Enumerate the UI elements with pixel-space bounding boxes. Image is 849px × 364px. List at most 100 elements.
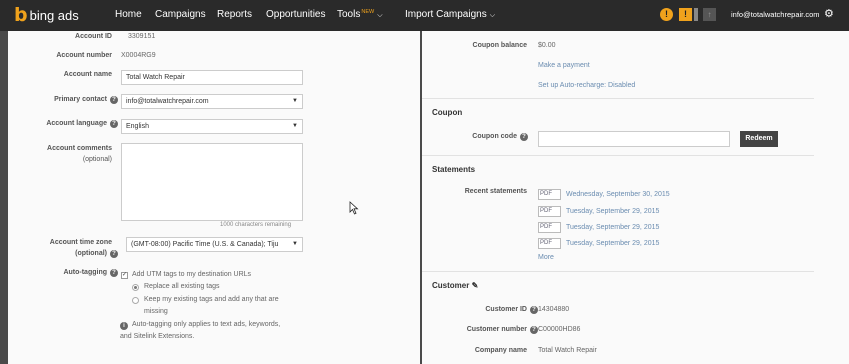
more-statements-link[interactable]: More [538,254,554,261]
customer-id-label-text: Customer ID [485,306,527,313]
make-payment-link[interactable]: Make a payment [538,62,590,69]
auto-tagging-label-text: Auto-tagging [63,269,107,276]
logo-text: bing ads [29,7,79,23]
coupon-balance-label: Coupon balance [472,42,527,49]
keep-tags-radio[interactable] [132,297,139,304]
nav-home[interactable]: Home [115,9,142,20]
top-navigation-bar: b bing ads Home Campaigns Reports Opport… [0,0,849,31]
account-id-label: Account ID [75,33,112,40]
account-comments-optional: (optional) [82,156,112,163]
account-language-value: English [126,123,149,130]
account-number-label: Account number [56,52,112,59]
user-email[interactable]: info@totalwatchrepair.com [731,10,820,19]
time-zone-select[interactable]: (GMT-08:00) Pacific Time (U.S. & Canada)… [126,237,303,252]
time-zone-optional-text: (optional) [75,250,107,257]
help-icon[interactable]: ? [530,326,538,334]
upload-icon[interactable]: ↑ [703,8,716,21]
auto-tagging-note: Auto-tagging only applies to text ads, k… [132,321,281,328]
help-icon[interactable]: ? [110,250,118,258]
new-badge: NEW [361,9,375,15]
info-icon: i [120,322,128,330]
statements-heading: Statements [432,165,476,174]
divider [422,155,814,156]
help-icon[interactable]: ? [530,306,538,314]
coupon-heading: Coupon [432,108,463,117]
help-icon[interactable]: ? [520,133,528,141]
add-utm-tags-checkbox[interactable]: ✓ [121,272,128,279]
bing-ads-logo[interactable]: b bing ads [14,5,79,25]
account-name-label: Account name [63,71,112,78]
info-alert-icon[interactable]: ! [660,8,673,21]
pdf-icon-label: PDF [540,208,552,214]
divider [422,271,814,272]
statement-link[interactable]: Tuesday, September 29, 2015 [566,224,659,231]
primary-contact-value: info@totalwatchrepair.com [126,98,209,105]
alert-count-icon [694,8,698,21]
recent-statements-label: Recent statements [464,188,527,195]
pdf-icon-label: PDF [540,240,552,246]
divider [422,98,814,99]
customer-id-label: Customer ID? [432,306,538,314]
pdf-icon-label: PDF [540,191,552,197]
account-name-input[interactable]: Total Watch Repair [121,70,303,85]
statement-link[interactable]: Tuesday, September 29, 2015 [566,208,659,215]
customer-heading: Customer ✎ [432,281,478,290]
account-details-panel: Account ID 3309151 Account number X0004R… [8,31,420,364]
primary-contact-select[interactable]: info@totalwatchrepair.com [121,94,303,109]
time-zone-label: Account time zone [49,239,112,246]
company-name-value: Total Watch Repair [538,347,597,354]
bing-logo-icon: b [14,3,28,26]
chevron-down-icon: ⌵ [489,12,496,19]
nav-tools[interactable]: ToolsNEW ⌵ [337,9,383,20]
customer-number-label-text: Customer number [466,326,527,333]
nav-opportunities[interactable]: Opportunities [266,9,325,20]
keep-tags-label: Keep my existing tags and add any that a… [144,296,279,303]
coupon-code-input[interactable] [538,131,730,147]
nav-import-campaigns[interactable]: Import Campaigns ⌵ [405,9,495,20]
company-name-label: Company name [474,347,527,354]
time-zone-optional: (optional)? [10,250,118,258]
pdf-icon[interactable]: PDF [538,238,561,249]
account-id-value: 3309151 [128,33,156,40]
customer-number-label: Customer number? [432,326,538,334]
auto-tagging-label: Auto-tagging? [10,269,118,277]
statement-link[interactable]: Wednesday, September 30, 2015 [566,191,670,198]
account-language-select[interactable]: English [121,119,303,134]
chevron-down-icon: ⌵ [377,12,383,19]
nav-campaigns[interactable]: Campaigns [155,9,206,20]
pdf-icon[interactable]: PDF [538,206,561,217]
statement-link[interactable]: Tuesday, September 29, 2015 [566,240,659,247]
primary-contact-label: Primary contact? [10,96,118,104]
account-language-label: Account language? [10,120,118,128]
nav-reports[interactable]: Reports [217,9,252,20]
account-comments-textarea[interactable] [121,143,303,221]
account-comments-label: Account comments [47,145,112,152]
customer-number-value: C00000HD86 [538,326,581,333]
mouse-cursor-icon [349,201,359,215]
help-icon[interactable]: ? [110,269,118,277]
coupon-code-label: Coupon code? [432,133,528,141]
pencil-icon[interactable]: ✎ [472,281,479,290]
add-utm-tags-label: Add UTM tags to my destination URLs [132,271,252,278]
time-zone-value: (GMT-08:00) Pacific Time (U.S. & Canada)… [131,241,279,248]
customer-id-value: 14304880 [538,306,570,313]
auto-tagging-note-line2: and Sitelink Extensions. [120,333,195,340]
account-number-value: X0004RG9 [121,52,156,59]
nav-import-label: Import Campaigns [405,9,487,20]
warning-alert-icon[interactable]: ! [679,8,692,21]
account-language-label-text: Account language [46,120,107,127]
help-icon[interactable]: ? [110,120,118,128]
pdf-icon-label: PDF [540,224,552,230]
help-icon[interactable]: ? [110,96,118,104]
gear-icon[interactable]: ⚙ [824,7,834,20]
coupon-code-label-text: Coupon code [472,133,517,140]
replace-tags-label: Replace all existing tags [144,283,220,290]
coupon-balance-value: $0.00 [538,42,556,49]
redeem-button[interactable]: Redeem [740,131,778,147]
billing-panel: Coupon balance $0.00 Make a payment Set … [422,31,849,364]
nav-tools-label: Tools [337,9,361,20]
auto-recharge-link[interactable]: Set up Auto-recharge: Disabled [538,82,635,89]
replace-tags-radio[interactable] [132,284,139,291]
pdf-icon[interactable]: PDF [538,222,561,233]
pdf-icon[interactable]: PDF [538,189,561,200]
